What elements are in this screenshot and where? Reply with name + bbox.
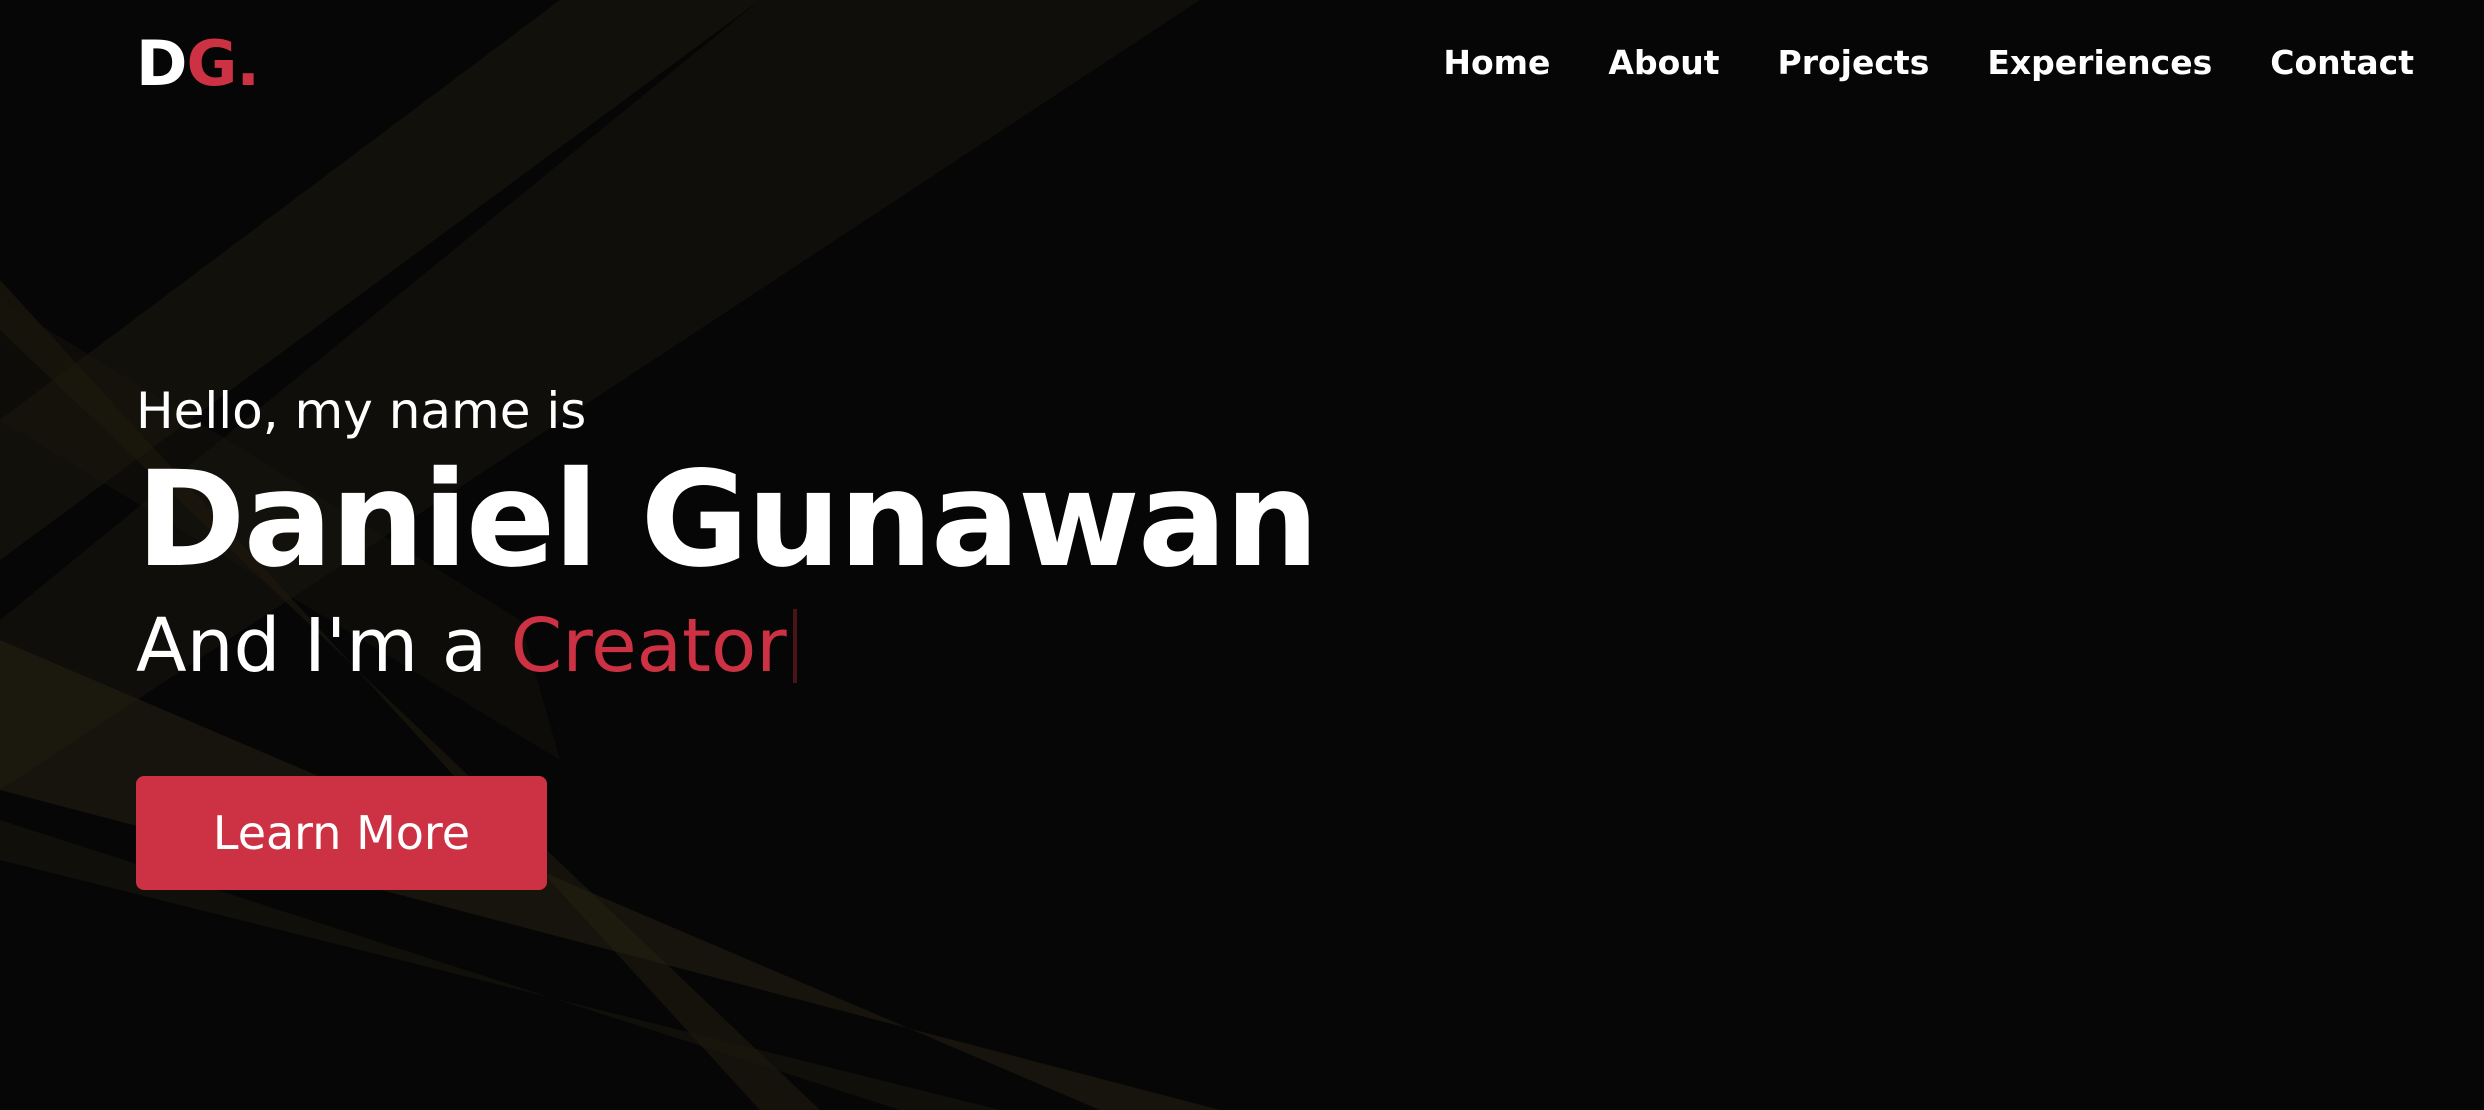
site-logo[interactable]: DG.	[136, 27, 260, 100]
nav-link-projects[interactable]: Projects	[1778, 40, 1930, 86]
hero-role-word: Creator	[510, 603, 787, 689]
hero-name: Daniel Gunawan	[136, 443, 1319, 597]
hero-role-prefix: And I'm a	[136, 603, 488, 689]
nav-link-experiences[interactable]: Experiences	[1987, 40, 2212, 86]
top-navbar: DG. Home About Projects Experiences Cont…	[0, 0, 2484, 130]
nav-link-about[interactable]: About	[1608, 40, 1719, 86]
hero-section: Hello, my name is Daniel Gunawan And I'm…	[136, 380, 1319, 694]
learn-more-button[interactable]: Learn More	[136, 776, 547, 890]
nav-link-contact[interactable]: Contact	[2270, 40, 2414, 86]
hero-greeting: Hello, my name is	[136, 382, 587, 440]
nav-menu: Home About Projects Experiences Contact	[1443, 40, 2414, 86]
logo-letter-g: G.	[186, 27, 259, 100]
hero-role-line: And I'm a Creator	[136, 598, 1317, 694]
typing-caret	[792, 609, 797, 683]
logo-letter-d: D	[136, 27, 187, 100]
nav-link-home[interactable]: Home	[1443, 40, 1550, 86]
